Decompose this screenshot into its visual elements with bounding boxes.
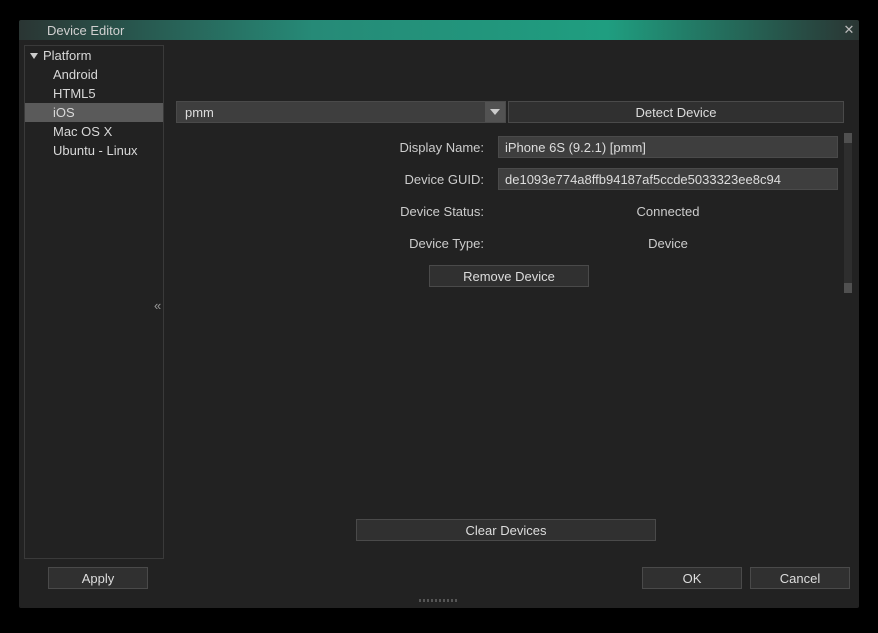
device-guid-input[interactable]: de1093e774a8ffb94187af5ccde5033323ee8c94 — [498, 168, 838, 190]
remove-device-button[interactable]: Remove Device — [429, 265, 589, 287]
dropdown-value: pmm — [177, 105, 485, 120]
field-label: Device Type: — [180, 236, 490, 251]
grip-icon — [419, 599, 459, 602]
field-device-type: Device Type: Device — [180, 229, 838, 257]
cancel-label: Cancel — [780, 571, 820, 586]
collapse-panel-handle[interactable]: « — [154, 298, 161, 313]
scrollbar-thumb[interactable] — [844, 133, 852, 143]
clear-row: Clear Devices — [176, 519, 836, 541]
apply-label: Apply — [82, 571, 115, 586]
input-value: de1093e774a8ffb94187af5ccde5033323ee8c94 — [505, 172, 781, 187]
tree-expander-icon — [29, 51, 39, 61]
window-body: Platform Android HTML5 iOS Mac OS X Ubun… — [19, 40, 859, 608]
main-area: Platform Android HTML5 iOS Mac OS X Ubun… — [24, 45, 854, 559]
footer: Apply OK Cancel — [24, 563, 854, 593]
field-device-status: Device Status: Connected — [180, 197, 838, 225]
device-type-value: Device — [498, 236, 838, 251]
collapse-icon: « — [154, 298, 161, 313]
tree-root-platform[interactable]: Platform — [25, 46, 163, 65]
tree-item-ubuntu[interactable]: Ubuntu - Linux — [25, 141, 163, 160]
cancel-button[interactable]: Cancel — [750, 567, 850, 589]
ok-button[interactable]: OK — [642, 567, 742, 589]
resize-grip[interactable] — [24, 597, 854, 603]
device-select-row: pmm Detect Device — [176, 101, 854, 123]
field-label: Display Name: — [180, 140, 490, 155]
field-device-guid: Device GUID: de1093e774a8ffb94187af5ccde… — [180, 165, 838, 193]
tree-item-ios[interactable]: iOS — [25, 103, 163, 122]
display-name-input[interactable]: iPhone 6S (9.2.1) [pmm] — [498, 136, 838, 158]
field-label: Device Status: — [180, 204, 490, 219]
tree-item-label: Mac OS X — [53, 124, 112, 139]
clear-label: Clear Devices — [466, 523, 547, 538]
close-icon: ✕ — [844, 22, 855, 38]
device-dropdown[interactable]: pmm — [176, 101, 506, 123]
tree-item-label: Android — [53, 67, 98, 82]
tree-item-label: Ubuntu - Linux — [53, 143, 138, 158]
titlebar[interactable]: Device Editor ✕ — [19, 20, 859, 40]
chevron-down-icon — [485, 102, 505, 122]
device-status-value: Connected — [498, 204, 838, 219]
apply-button[interactable]: Apply — [48, 567, 148, 589]
tree-item-android[interactable]: Android — [25, 65, 163, 84]
remove-row: Remove Device — [180, 265, 838, 287]
device-fields: Display Name: iPhone 6S (9.2.1) [pmm] De… — [180, 133, 854, 293]
spacer — [176, 45, 854, 101]
field-display-name: Display Name: iPhone 6S (9.2.1) [pmm] — [180, 133, 838, 161]
window-title: Device Editor — [47, 23, 124, 38]
window-close-button[interactable]: ✕ — [839, 20, 859, 40]
tree-item-label: iOS — [53, 105, 75, 120]
content-panel: pmm Detect Device Display Name: iPhone 6… — [176, 45, 854, 559]
detect-device-button[interactable]: Detect Device — [508, 101, 844, 123]
scrollbar-thumb[interactable] — [844, 283, 852, 293]
detect-label: Detect Device — [636, 105, 717, 120]
clear-devices-button[interactable]: Clear Devices — [356, 519, 656, 541]
tree-item-label: HTML5 — [53, 86, 96, 101]
remove-label: Remove Device — [463, 269, 555, 284]
tree-root-label: Platform — [43, 48, 91, 63]
platform-tree: Platform Android HTML5 iOS Mac OS X Ubun… — [24, 45, 164, 559]
input-value: iPhone 6S (9.2.1) [pmm] — [505, 140, 646, 155]
tree-item-macosx[interactable]: Mac OS X — [25, 122, 163, 141]
field-label: Device GUID: — [180, 172, 490, 187]
ok-label: OK — [683, 571, 702, 586]
fields-scrollbar[interactable] — [844, 133, 852, 293]
lower-panel: Clear Devices — [176, 311, 854, 559]
tree-item-html5[interactable]: HTML5 — [25, 84, 163, 103]
